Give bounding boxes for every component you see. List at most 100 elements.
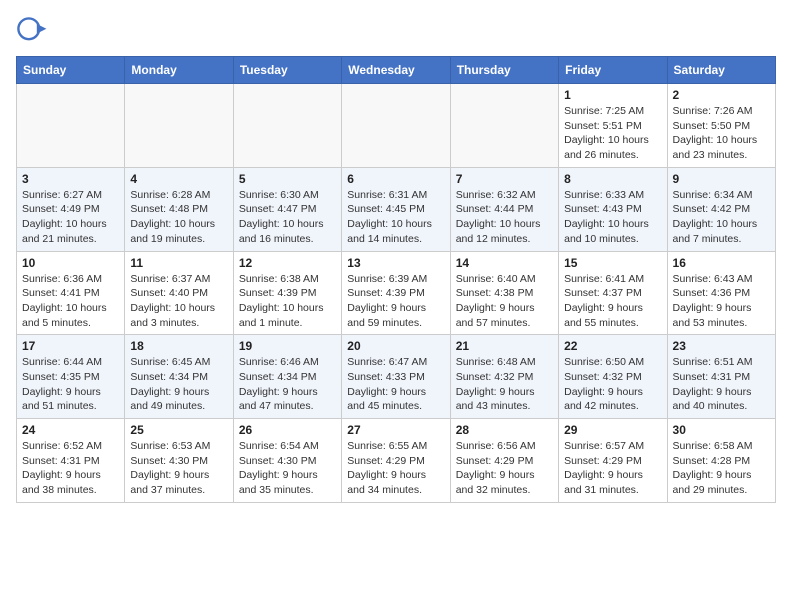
day-info: Sunrise: 6:39 AMSunset: 4:39 PMDaylight:… <box>347 272 444 331</box>
day-number: 17 <box>22 339 119 353</box>
day-number: 24 <box>22 423 119 437</box>
day-info: Sunrise: 6:33 AMSunset: 4:43 PMDaylight:… <box>564 188 661 247</box>
calendar-cell <box>125 84 233 168</box>
calendar-cell: 19 Sunrise: 6:46 AMSunset: 4:34 PMDayligh… <box>233 335 341 419</box>
day-number: 26 <box>239 423 336 437</box>
day-number: 11 <box>130 256 227 270</box>
calendar-cell: 1 Sunrise: 7:25 AMSunset: 5:51 PMDaylight… <box>559 84 667 168</box>
calendar-cell: 25 Sunrise: 6:53 AMSunset: 4:30 PMDayligh… <box>125 419 233 503</box>
calendar-cell: 26 Sunrise: 6:54 AMSunset: 4:30 PMDayligh… <box>233 419 341 503</box>
day-of-week-header: Wednesday <box>342 57 450 84</box>
day-info: Sunrise: 6:52 AMSunset: 4:31 PMDaylight:… <box>22 439 119 498</box>
day-of-week-header: Monday <box>125 57 233 84</box>
calendar-cell: 5Sunrise: 6:30 AMSunset: 4:47 PMDaylight… <box>233 167 341 251</box>
day-info: Sunrise: 6:40 AMSunset: 4:38 PMDaylight:… <box>456 272 553 331</box>
day-of-week-header: Friday <box>559 57 667 84</box>
calendar-cell: 7Sunrise: 6:32 AMSunset: 4:44 PMDaylight… <box>450 167 558 251</box>
day-info: Sunrise: 7:26 AMSunset: 5:50 PMDaylight:… <box>673 104 770 163</box>
calendar-cell: 6 Sunrise: 6:31 AMSunset: 4:45 PMDaylight… <box>342 167 450 251</box>
day-number: 18 <box>130 339 227 353</box>
logo-icon <box>16 16 48 48</box>
day-of-week-header: Sunday <box>17 57 125 84</box>
day-number: 25 <box>130 423 227 437</box>
calendar-cell: 12 Sunrise: 6:38 AMSunset: 4:39 PMDayligh… <box>233 251 341 335</box>
day-info: Sunrise: 6:51 AMSunset: 4:31 PMDaylight:… <box>673 355 770 414</box>
day-number: 30 <box>673 423 770 437</box>
day-info: Sunrise: 7:25 AMSunset: 5:51 PMDaylight:… <box>564 104 661 163</box>
calendar-cell: 4 Sunrise: 6:28 AMSunset: 4:48 PMDaylight… <box>125 167 233 251</box>
logo <box>16 16 52 48</box>
calendar-cell: 20 Sunrise: 6:47 AMSunset: 4:33 PMDayligh… <box>342 335 450 419</box>
day-info: Sunrise: 6:47 AMSunset: 4:33 PMDaylight:… <box>347 355 444 414</box>
day-info: Sunrise: 6:46 AMSunset: 4:34 PMDaylight:… <box>239 355 336 414</box>
day-info: Sunrise: 6:31 AMSunset: 4:45 PMDaylight:… <box>347 188 444 247</box>
day-number: 2 <box>673 88 770 102</box>
day-number: 8 <box>564 172 661 186</box>
calendar-cell: 29 Sunrise: 6:57 AMSunset: 4:29 PMDayligh… <box>559 419 667 503</box>
day-number: 4 <box>130 172 227 186</box>
calendar-cell: 24 Sunrise: 6:52 AMSunset: 4:31 PMDayligh… <box>17 419 125 503</box>
calendar-table: SundayMondayTuesdayWednesdayThursdayFrid… <box>16 56 776 503</box>
day-info: Sunrise: 6:55 AMSunset: 4:29 PMDaylight:… <box>347 439 444 498</box>
day-info: Sunrise: 6:53 AMSunset: 4:30 PMDaylight:… <box>130 439 227 498</box>
day-of-week-header: Thursday <box>450 57 558 84</box>
calendar-cell: 22 Sunrise: 6:50 AMSunset: 4:32 PMDayligh… <box>559 335 667 419</box>
day-info: Sunrise: 6:56 AMSunset: 4:29 PMDaylight:… <box>456 439 553 498</box>
calendar-cell <box>342 84 450 168</box>
day-info: Sunrise: 6:44 AMSunset: 4:35 PMDaylight:… <box>22 355 119 414</box>
day-info: Sunrise: 6:43 AMSunset: 4:36 PMDaylight:… <box>673 272 770 331</box>
day-info: Sunrise: 6:28 AMSunset: 4:48 PMDaylight:… <box>130 188 227 247</box>
day-number: 14 <box>456 256 553 270</box>
calendar-cell <box>233 84 341 168</box>
day-info: Sunrise: 6:41 AMSunset: 4:37 PMDaylight:… <box>564 272 661 331</box>
day-number: 16 <box>673 256 770 270</box>
day-info: Sunrise: 6:38 AMSunset: 4:39 PMDaylight:… <box>239 272 336 331</box>
day-number: 20 <box>347 339 444 353</box>
day-number: 1 <box>564 88 661 102</box>
day-info: Sunrise: 6:37 AMSunset: 4:40 PMDaylight:… <box>130 272 227 331</box>
calendar-cell: 8 Sunrise: 6:33 AMSunset: 4:43 PMDaylight… <box>559 167 667 251</box>
calendar-cell: 18Sunrise: 6:45 AMSunset: 4:34 PMDayligh… <box>125 335 233 419</box>
calendar-cell: 2 Sunrise: 7:26 AMSunset: 5:50 PMDaylight… <box>667 84 775 168</box>
day-number: 21 <box>456 339 553 353</box>
day-number: 6 <box>347 172 444 186</box>
calendar-cell: 30 Sunrise: 6:58 AMSunset: 4:28 PMDayligh… <box>667 419 775 503</box>
calendar-cell: 9 Sunrise: 6:34 AMSunset: 4:42 PMDaylight… <box>667 167 775 251</box>
calendar-cell: 13 Sunrise: 6:39 AMSunset: 4:39 PMDayligh… <box>342 251 450 335</box>
day-number: 29 <box>564 423 661 437</box>
calendar-cell: 21 Sunrise: 6:48 AMSunset: 4:32 PMDayligh… <box>450 335 558 419</box>
day-info: Sunrise: 6:54 AMSunset: 4:30 PMDaylight:… <box>239 439 336 498</box>
calendar-cell: 23 Sunrise: 6:51 AMSunset: 4:31 PMDayligh… <box>667 335 775 419</box>
day-info: Sunrise: 6:32 AMSunset: 4:44 PMDaylight:… <box>456 188 553 247</box>
day-info: Sunrise: 6:34 AMSunset: 4:42 PMDaylight:… <box>673 188 770 247</box>
day-number: 27 <box>347 423 444 437</box>
day-of-week-header: Tuesday <box>233 57 341 84</box>
day-number: 19 <box>239 339 336 353</box>
day-info: Sunrise: 6:57 AMSunset: 4:29 PMDaylight:… <box>564 439 661 498</box>
calendar-cell <box>17 84 125 168</box>
day-number: 28 <box>456 423 553 437</box>
calendar-cell: 16 Sunrise: 6:43 AMSunset: 4:36 PMDayligh… <box>667 251 775 335</box>
day-info: Sunrise: 6:27 AMSunset: 4:49 PMDaylight:… <box>22 188 119 247</box>
calendar-cell: 11 Sunrise: 6:37 AMSunset: 4:40 PMDayligh… <box>125 251 233 335</box>
day-info: Sunrise: 6:36 AMSunset: 4:41 PMDaylight:… <box>22 272 119 331</box>
calendar-cell: 10 Sunrise: 6:36 AMSunset: 4:41 PMDayligh… <box>17 251 125 335</box>
calendar-cell: 3 Sunrise: 6:27 AMSunset: 4:49 PMDaylight… <box>17 167 125 251</box>
calendar-cell: 14 Sunrise: 6:40 AMSunset: 4:38 PMDayligh… <box>450 251 558 335</box>
page-header <box>16 16 776 48</box>
calendar-cell: 17 Sunrise: 6:44 AMSunset: 4:35 PMDayligh… <box>17 335 125 419</box>
day-number: 12 <box>239 256 336 270</box>
day-info: Sunrise: 6:58 AMSunset: 4:28 PMDaylight:… <box>673 439 770 498</box>
day-info: Sunrise: 6:50 AMSunset: 4:32 PMDaylight:… <box>564 355 661 414</box>
day-number: 15 <box>564 256 661 270</box>
calendar-cell: 15 Sunrise: 6:41 AMSunset: 4:37 PMDayligh… <box>559 251 667 335</box>
day-number: 9 <box>673 172 770 186</box>
day-number: 13 <box>347 256 444 270</box>
day-number: 3 <box>22 172 119 186</box>
day-number: 10 <box>22 256 119 270</box>
day-of-week-header: Saturday <box>667 57 775 84</box>
day-number: 23 <box>673 339 770 353</box>
day-number: 22 <box>564 339 661 353</box>
day-number: 5 <box>239 172 336 186</box>
day-info: Sunrise: 6:48 AMSunset: 4:32 PMDaylight:… <box>456 355 553 414</box>
